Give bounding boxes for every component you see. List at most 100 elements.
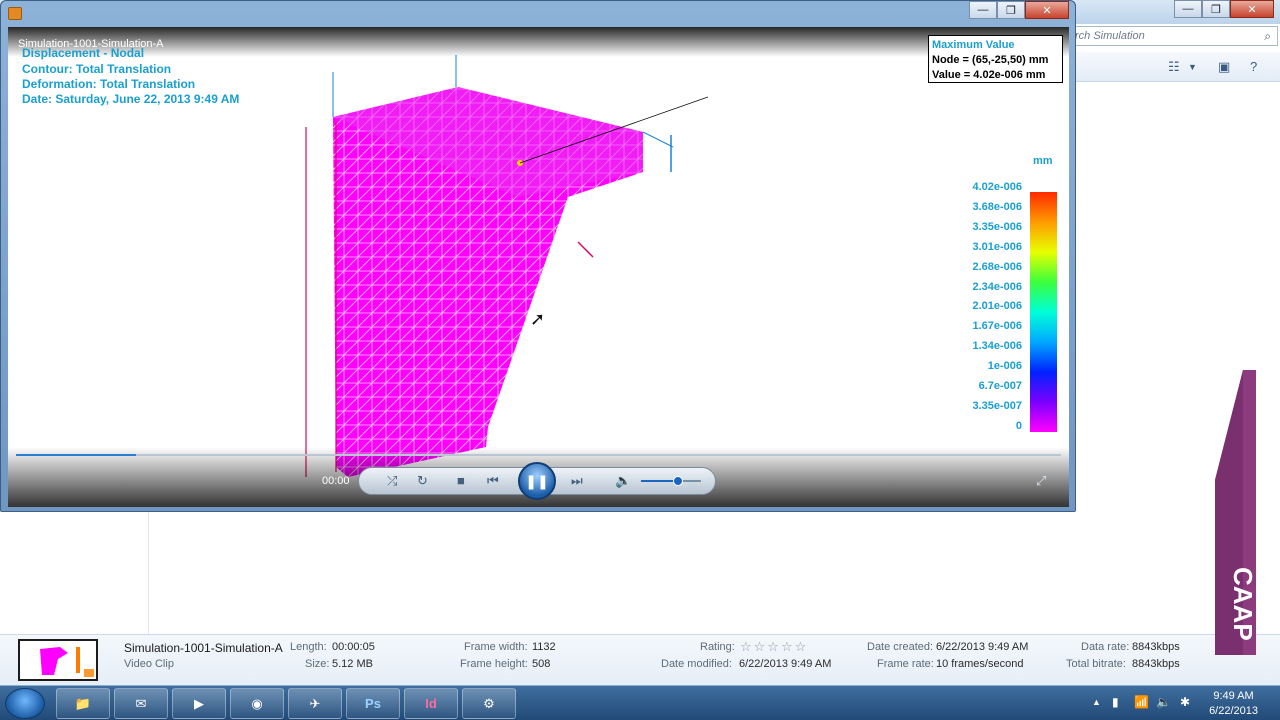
- rating-stars[interactable]: ☆☆☆☆☆: [740, 639, 808, 655]
- seek-progress: [16, 454, 137, 456]
- legend-tick-label: 3.35e-006: [972, 220, 1022, 233]
- search-input[interactable]: rch Simulation ⌕: [1068, 26, 1278, 46]
- explorer-window-controls: — ❐ ✕: [1174, 0, 1274, 18]
- next-icon[interactable]: ⏭: [571, 473, 583, 489]
- legend-tick-label: 4.02e-006: [972, 181, 1022, 193]
- fullscreen-icon[interactable]: ⤢: [1036, 473, 1046, 489]
- view-options-icon[interactable]: ☷: [1168, 59, 1180, 75]
- tray-expand-icon[interactable]: ▲: [1092, 697, 1101, 707]
- search-icon[interactable]: ⌕: [1264, 29, 1271, 44]
- taskbar-photoshop-button[interactable]: Ps: [346, 688, 400, 719]
- preview-pane-icon[interactable]: ▣: [1218, 59, 1230, 75]
- date-created-label: Date created:: [867, 641, 934, 653]
- legend-tick-label: 1.67e-006: [972, 320, 1022, 333]
- maximize-button[interactable]: ❐: [1202, 0, 1230, 18]
- overlay-line-date: Date: Saturday, June 22, 2013 9:49 AM: [22, 92, 240, 106]
- player-minimize-button[interactable]: —: [969, 1, 997, 19]
- player-close-button[interactable]: ✕: [1025, 1, 1069, 19]
- length-value: 00:00:05: [332, 641, 375, 653]
- chevron-down-icon[interactable]: ▼: [1188, 62, 1197, 72]
- player-titlebar: — ❐ ✕: [1, 1, 1075, 25]
- taskbar: 📁 ✉ ▶ ◉ ✈ Ps Id ⚙ ▲ ▮ 📶 🔈 ✱ 9:49 AM 6/22…: [0, 685, 1280, 720]
- elapsed-time: 00:00: [322, 475, 350, 487]
- help-icon[interactable]: ?: [1250, 59, 1257, 74]
- overlay-line-displacement: Displacement - Nodal: [22, 46, 145, 60]
- player-maximize-button[interactable]: ❐: [997, 1, 1025, 19]
- taskbar-firefox-button[interactable]: ◉: [230, 688, 284, 719]
- file-type: Video Clip: [124, 658, 174, 670]
- date-modified-label: Date modified:: [661, 658, 732, 670]
- stop-icon[interactable]: ■: [457, 473, 465, 488]
- tray-device-icon[interactable]: ▮: [1112, 695, 1119, 709]
- details-pane: Simulation-1001-Simulation-A Video Clip …: [0, 634, 1280, 685]
- taskbar-media-player-button[interactable]: ▶: [172, 688, 226, 719]
- explorer-toolbar: ☷ ▼ ▣ ?: [1068, 52, 1280, 82]
- legend-tick-label: 0: [1015, 419, 1022, 432]
- tray-app-icon[interactable]: ✱: [1180, 695, 1190, 709]
- legend-tick-label: 2.01e-006: [972, 300, 1022, 313]
- taskbar-app-button[interactable]: ✈: [288, 688, 342, 719]
- frame-width-value: 1132: [532, 641, 556, 653]
- video-top-overlay: [8, 27, 1069, 57]
- taskbar-explorer-button[interactable]: 📁: [56, 688, 110, 719]
- legend-tick-label: 6.7e-007: [978, 380, 1022, 392]
- size-value: 5.12 MB: [332, 658, 373, 670]
- length-label: Length:: [290, 641, 327, 653]
- legend-tick-label: 3.35e-007: [972, 399, 1022, 412]
- search-placeholder: rch Simulation: [1075, 30, 1145, 42]
- frame-height-value: 508: [532, 658, 551, 670]
- media-player-window: — ❐ ✕ Simulation-1001-Simulation-A Displ…: [0, 0, 1076, 512]
- frame-rate-label: Frame rate:: [877, 658, 934, 670]
- tray-network-icon[interactable]: 📶: [1134, 695, 1149, 709]
- mouse-cursor-icon: ➚: [530, 309, 546, 329]
- fea-mesh-model: [305, 55, 708, 477]
- media-player-icon: [8, 7, 22, 20]
- legend-tick-label: 2.34e-006: [972, 280, 1022, 293]
- navigation-pane-divider: [148, 510, 149, 634]
- previous-icon[interactable]: ⏮: [487, 473, 499, 489]
- player-window-controls: — ❐ ✕: [969, 1, 1069, 19]
- minimize-button[interactable]: —: [1174, 0, 1202, 18]
- legend-tick-label: 3.68e-006: [972, 200, 1022, 213]
- clock-time: 9:49 AM: [1213, 690, 1254, 702]
- clock[interactable]: 9:49 AM 6/22/2013: [1209, 689, 1258, 719]
- total-bitrate-label: Total bitrate:: [1066, 658, 1126, 670]
- frame-height-label: Frame height:: [460, 658, 528, 670]
- max-box-value: Value = 4.02e-006 mm: [932, 69, 1046, 81]
- legend-tick-label: 1e-006: [987, 360, 1022, 373]
- data-rate-label: Data rate:: [1081, 641, 1130, 653]
- rating-label: Rating:: [700, 641, 735, 653]
- thumbnail-preview: [20, 641, 96, 679]
- legend-tick-label: 2.68e-006: [972, 260, 1022, 273]
- shuffle-icon[interactable]: ⤮: [387, 473, 397, 489]
- pause-button[interactable]: ❚❚: [518, 462, 556, 500]
- date-modified-value: 6/22/2013 9:49 AM: [739, 658, 832, 670]
- clock-date: 6/22/2013: [1209, 705, 1258, 717]
- size-label: Size:: [305, 658, 330, 670]
- taskbar-outlook-button[interactable]: ✉: [114, 688, 168, 719]
- seek-bar[interactable]: [16, 454, 1061, 456]
- legend-unit: mm: [1033, 155, 1053, 167]
- tray-volume-icon[interactable]: 🔈: [1156, 695, 1171, 709]
- legend-color-bar: [1030, 192, 1057, 432]
- repeat-icon[interactable]: ↻: [417, 473, 428, 489]
- date-created-value: 6/22/2013 9:49 AM: [936, 641, 1029, 653]
- legend-tick-label: 3.01e-006: [972, 240, 1022, 253]
- video-thumbnail[interactable]: [18, 639, 98, 681]
- overlay-line-deformation: Deformation: Total Translation: [22, 77, 196, 91]
- frame-width-label: Frame width:: [464, 641, 528, 653]
- video-area[interactable]: Simulation-1001-Simulation-A Displacemen…: [8, 27, 1069, 507]
- taskbar-indesign-button[interactable]: Id: [404, 688, 458, 719]
- taskbar-app2-button[interactable]: ⚙: [462, 688, 516, 719]
- volume-slider[interactable]: [641, 476, 701, 486]
- start-button[interactable]: [5, 688, 45, 719]
- close-button[interactable]: ✕: [1230, 0, 1274, 18]
- caap-logo-text: CAAP: [1228, 567, 1258, 641]
- file-name: Simulation-1001-Simulation-A: [124, 641, 283, 655]
- data-rate-value: 8843kbps: [1132, 641, 1180, 653]
- volume-icon[interactable]: 🔈: [615, 473, 631, 489]
- max-box-title: Maximum Value: [932, 39, 1015, 51]
- switch-to-library-icon[interactable]: ⛶: [1043, 35, 1051, 50]
- overlay-line-contour: Contour: Total Translation: [22, 62, 172, 76]
- total-bitrate-value: 8843kbps: [1132, 658, 1180, 670]
